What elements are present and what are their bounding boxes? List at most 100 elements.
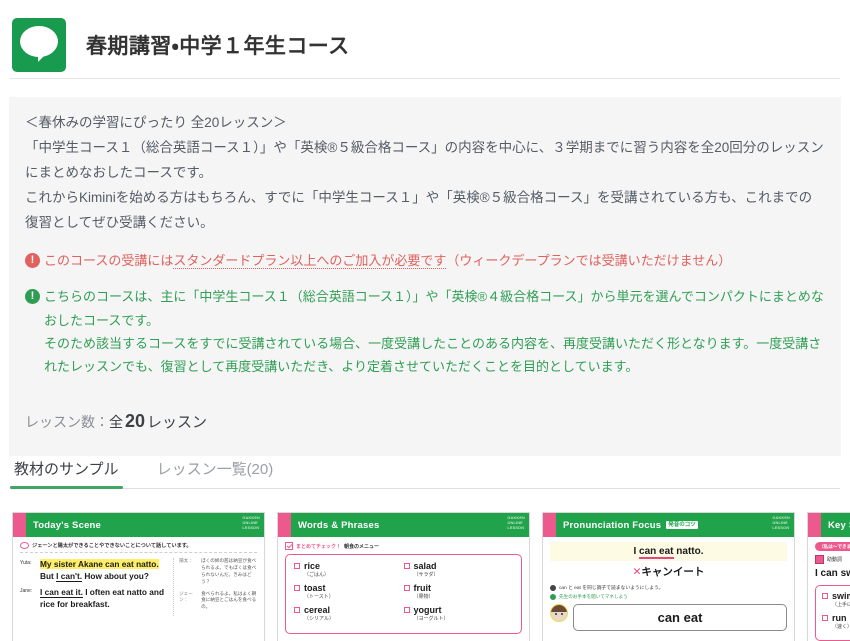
word-en: yogurt	[413, 605, 442, 615]
vocabulary-column-left: rice （ごはん） toast （トースト） cereal （シリアル）	[294, 561, 404, 627]
pronunciation-note: can と eat を同じ調子で読まないようにしよう。	[550, 584, 787, 591]
slide-columns: Yuta: My sister Akane can eat natto. But…	[20, 558, 257, 617]
course-header: 春期講習・中学１年生コース	[0, 0, 850, 78]
sample-slides-row[interactable]: Today's Scene GAKKEN ONLINE LESSON ジェーンと陽太…	[0, 512, 850, 641]
model-phrase-bubble: can eat	[573, 604, 787, 631]
standard-plan-link[interactable]: スタンダードプラン以上へのご加入が必要です	[173, 252, 447, 269]
tab-lesson-list[interactable]: レッスン一覧(20)	[153, 458, 278, 488]
slide-tab-marker	[543, 513, 556, 537]
plain-phrase: But	[40, 571, 57, 582]
description-line-2: 「中学生コース１（総合英語コース１）」や「英検®５級合格コース」の内容を中心に、…	[25, 139, 824, 180]
key-sentence-lead-wrapper: （私は～できます）	[815, 542, 850, 551]
vocabulary-item: yogurt （ヨーグルト）	[403, 605, 514, 622]
overlap-paragraph-1: こちらのコースは、主に「中学生コース１（総合英語コース１）」や「英検®４級合格コ…	[44, 289, 824, 328]
sentence-post: natto.	[673, 546, 704, 557]
grammar-marker-icon	[815, 555, 824, 564]
target-sentence: I can eat natto.	[550, 542, 787, 561]
vocabulary-item: fruit （果物）	[403, 583, 514, 600]
slide-header-bar: Words & Phrases GAKKEN ONLINE LESSON	[291, 513, 529, 537]
bullet-dot-icon	[550, 584, 556, 591]
sample-slide-words-and-phrases[interactable]: Words & Phrases GAKKEN ONLINE LESSON まとめてチ…	[277, 512, 530, 641]
speech-bubble-small-icon	[20, 542, 29, 549]
tab-material-samples[interactable]: 教材のサンプル	[10, 458, 123, 489]
header-divider	[10, 78, 840, 79]
lesson-count-number: 20	[125, 410, 146, 431]
word-en: swim	[832, 591, 850, 601]
slide-tab-marker	[808, 513, 821, 537]
grammar-label: 助動詞	[827, 557, 843, 563]
checkbox-icon[interactable]	[294, 563, 300, 569]
gakken-brand-label: GAKKEN ONLINE LESSON	[242, 516, 260, 531]
course-overlap-text: こちらのコースは、主に「中学生コース１（総合英語コース１）」や「英検®４級合格コ…	[44, 285, 825, 379]
speaker-name: Yuta:	[20, 560, 32, 566]
slide-header: Key Sentence GAKKENONLINELESSON	[808, 513, 850, 537]
translation-column: 陽太： ぼくの姉の茜は納豆が食べられるよ。でもぼくは食べられないんだ。きみはどう…	[174, 558, 257, 616]
checkbox-icon[interactable]	[822, 615, 828, 621]
underline-phrase: I can eat it.	[40, 587, 83, 599]
word-en: salad	[413, 561, 437, 571]
key-sentence-text: I can swim.	[815, 568, 850, 579]
course-overlap-notice: こちらのコースは、主に「中学生コース１（総合英語コース１）」や「英検®４級合格コ…	[25, 285, 825, 379]
incorrect-kana-reading: ✕キャンイート	[550, 564, 787, 579]
checkbox-icon[interactable]	[294, 607, 300, 613]
dialogue-line: Jane: I can eat it. I often eat natto an…	[20, 586, 168, 610]
grammar-label-row: 助動詞	[815, 555, 850, 564]
plan-requirement-notice: このコースの受講にはスタンダードプラン以上へのご加入が必要です（ウィークデープラ…	[25, 249, 825, 272]
gakken-brand-label: GAKKEN ONLINE LESSON	[772, 516, 790, 531]
info-circle-icon	[25, 288, 40, 305]
vocabulary-item: toast （トースト）	[294, 583, 404, 600]
word-en: rice	[304, 561, 321, 571]
lesson-count-unit: レッスン	[147, 413, 208, 431]
slide-badge: 発音のコツ	[666, 520, 698, 530]
vocabulary-item: run （速く）	[822, 613, 850, 630]
slide-body: （私は～できます） 助動詞 I can swim. swim （上手に） run…	[808, 537, 850, 641]
key-words-box: swim （上手に） run （速く）	[815, 585, 850, 641]
lead-prefix: まとめてチェック！	[296, 543, 342, 550]
slide-tab-marker	[13, 513, 26, 537]
slide-header-bar: Today's Scene GAKKEN ONLINE LESSON	[26, 513, 264, 537]
vocabulary-item: rice （ごはん）	[294, 561, 404, 578]
translation-text: ぼくの姉の茜は納豆が食べられるよ。でもぼくは食べられないんだ。きみはどう？	[201, 558, 257, 584]
notice-suffix: （ウィークデープランでは受講いただけません）	[446, 252, 732, 268]
sample-slide-pronunciation-focus[interactable]: Pronunciation Focus 発音のコツ GAKKEN ONLINE LE…	[542, 512, 795, 641]
avatar-hair-shape	[551, 605, 567, 612]
translation-speaker: 陽太：	[179, 558, 193, 563]
lead-main: 朝食のメニュー	[344, 543, 380, 550]
sample-slide-todays-scene[interactable]: Today's Scene GAKKEN ONLINE LESSON ジェーンと陽太…	[12, 512, 265, 641]
translation-text: 食べられるよ。私はよく朝食に納豆とごはんを食べるの。	[201, 590, 257, 610]
checkbox-icon[interactable]	[403, 585, 410, 591]
kana-text: キャンイート	[641, 566, 705, 578]
speaker-name: Jane:	[20, 588, 33, 595]
word-jp: （上手に）	[832, 602, 850, 608]
slide-header: Words & Phrases GAKKEN ONLINE LESSON	[278, 513, 529, 537]
avatar-eye-left	[555, 613, 557, 615]
vocabulary-item: salad （サラダ）	[403, 561, 514, 578]
slide-lead-text: ジェーンと陽太ができることやできないことについて話しています。	[32, 543, 192, 549]
checkbox-icon[interactable]	[294, 585, 300, 591]
slide-header: Pronunciation Focus 発音のコツ GAKKEN ONLINE LE…	[543, 513, 794, 537]
lesson-count-zen: 全	[109, 413, 123, 430]
slide-header-bar: Pronunciation Focus 発音のコツ GAKKEN ONLINE LE…	[556, 513, 794, 537]
audio-dot-icon	[550, 594, 556, 600]
description-line-1: ＜春休みの学習にぴったり 全20レッスン＞	[25, 115, 287, 130]
word-jp: （サラダ）	[413, 572, 439, 578]
page-title: 春期講習・中学１年生コース	[86, 35, 350, 58]
slide-tab-marker	[278, 513, 291, 537]
bubble-tail-shape	[38, 51, 50, 62]
word-en: run	[832, 613, 847, 623]
listen-prompt-text: 先生のお手本を聞いてマネしよう	[559, 594, 628, 599]
sample-slide-key-sentence[interactable]: Key Sentence GAKKENONLINELESSON （私は～できます…	[807, 512, 850, 641]
slide-body: I can eat natto. ✕キャンイート can と eat を同じ調子…	[543, 537, 794, 636]
pronunciation-note-text: can と eat を同じ調子で読まないようにしよう。	[559, 586, 664, 591]
speech-bubble-icon	[12, 18, 66, 72]
vocabulary-box: rice （ごはん） toast （トースト） cereal （シリアル） sa…	[285, 554, 522, 634]
slide-body: ジェーンと陽太ができることやできないことについて話しています。 Yuta: My…	[13, 537, 264, 621]
course-description-panel: ＜春休みの学習にぴったり 全20レッスン＞ 「中学生コース１（総合英語コース１）…	[9, 97, 841, 457]
avatar-eye-right	[561, 613, 563, 615]
vocabulary-item: cereal （シリアル）	[294, 605, 404, 622]
checkbox-icon[interactable]	[822, 593, 828, 599]
gakken-brand-label: GAKKEN ONLINE LESSON	[507, 516, 525, 531]
slide-header: Today's Scene GAKKEN ONLINE LESSON	[13, 513, 264, 537]
checkbox-icon[interactable]	[403, 563, 410, 569]
checkbox-icon[interactable]	[403, 607, 410, 613]
